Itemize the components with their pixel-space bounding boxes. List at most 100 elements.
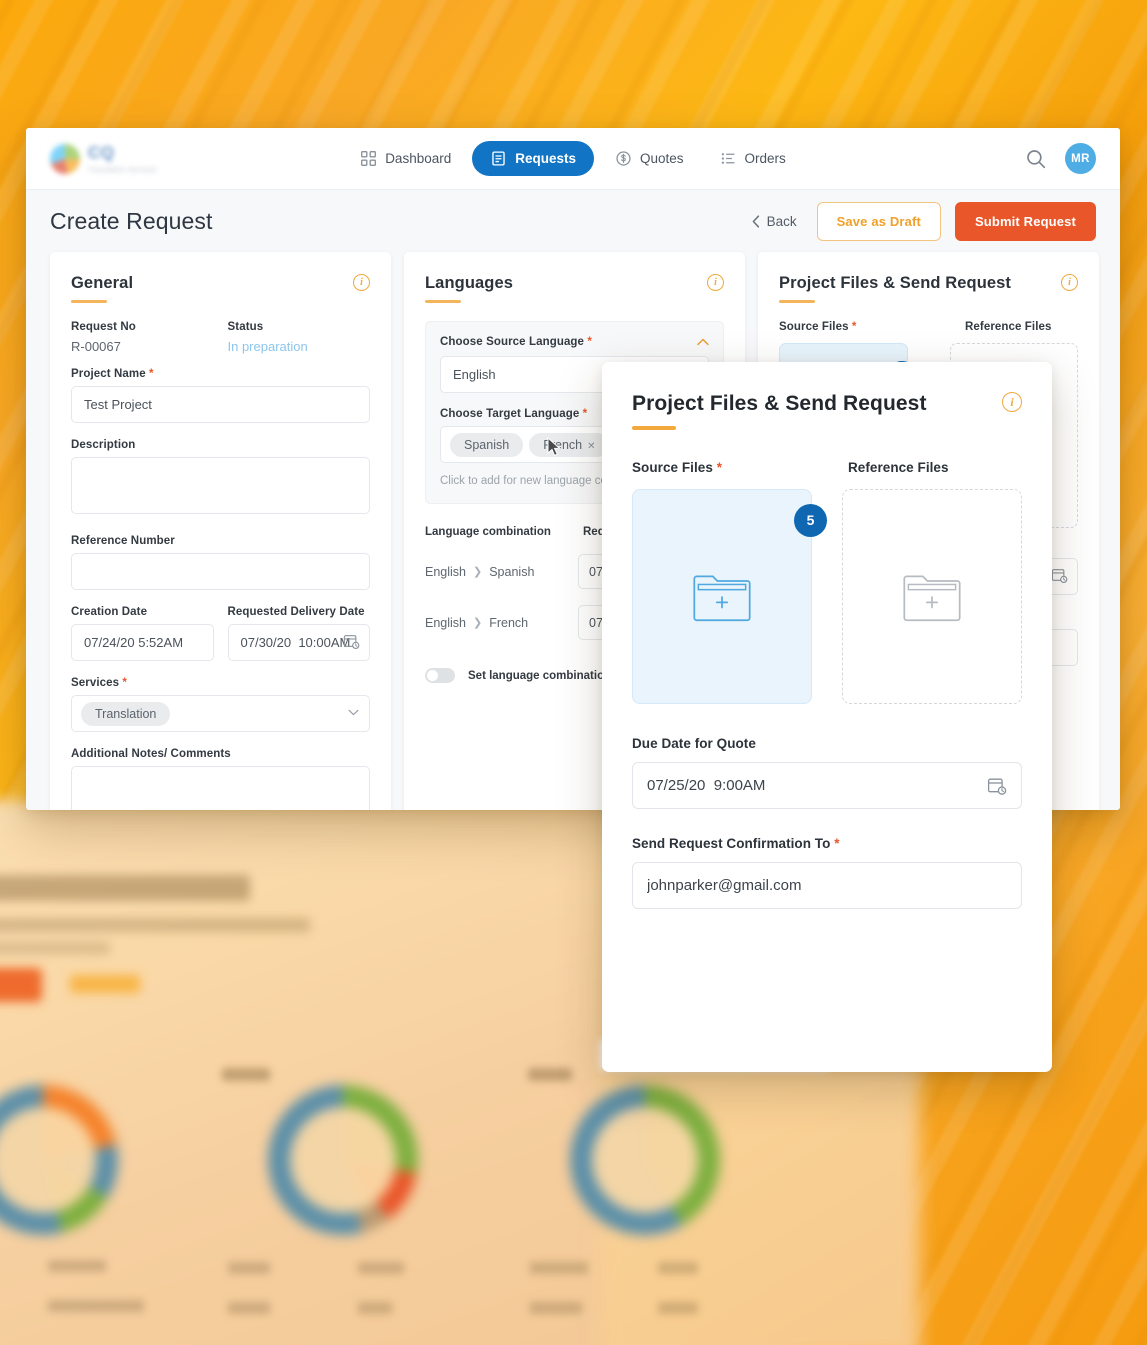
modal-dropzones-row: 5 [632, 488, 1022, 704]
logo-mark-icon [50, 143, 80, 174]
general-panel-title: General [71, 274, 134, 292]
info-icon[interactable]: i [1002, 392, 1022, 412]
background-chart-label-1 [222, 1068, 270, 1081]
files-labels-row: Source Files * Reference Files [779, 321, 1078, 339]
source-language-label: Choose Source Language * [440, 336, 592, 348]
info-icon[interactable]: i [353, 274, 370, 291]
modal-header: Project Files & Send Request i [632, 392, 1022, 430]
modal-title-rule [632, 426, 676, 430]
submit-request-button[interactable]: Submit Request [954, 201, 1096, 241]
requested-delivery-date-label: Requested Delivery Date [227, 606, 365, 618]
page-header: Create Request Back Save as Draft Submit… [26, 190, 1120, 252]
nav-item-dashboard[interactable]: Dashboard [345, 141, 466, 176]
modal-source-files-label: Source Files * [632, 460, 818, 475]
services-select[interactable]: Translation [71, 695, 370, 732]
general-panel-header: General i [71, 274, 370, 303]
background-legend-2 [48, 1300, 144, 1312]
status-label: Status [227, 321, 264, 333]
top-navbar: CQ Translation Services Dashboard Reques… [26, 128, 1120, 190]
request-no-value: R-00067 [71, 339, 121, 354]
modal-files-labels-row: Source Files * Reference Files [632, 460, 1022, 475]
nav-item-quotes[interactable]: Quotes [600, 141, 699, 176]
nav-label-requests: Requests [515, 151, 577, 166]
required-asterisk: * [584, 336, 592, 348]
chevron-up-icon[interactable] [697, 338, 709, 346]
description-textarea[interactable] [71, 457, 370, 514]
reference-files-label: Reference Files [965, 321, 1052, 333]
background-donut-chart-2 [268, 1085, 418, 1235]
chip-label: French [543, 437, 583, 452]
combination-target: Spanish [489, 564, 535, 579]
required-asterisk: * [145, 368, 154, 380]
nav-label-orders: Orders [744, 151, 786, 166]
project-files-modal: Project Files & Send Request i Source Fi… [602, 362, 1052, 1072]
modal-confirmation-group: Send Request Confirmation To * [632, 836, 1022, 909]
combination-source: English [425, 615, 466, 630]
background-legend-6 [358, 1302, 392, 1314]
creation-date-group: Creation Date [71, 606, 214, 661]
info-icon[interactable]: i [1061, 274, 1078, 291]
page-title: Create Request [50, 207, 213, 234]
required-asterisk: * [848, 321, 857, 333]
modal-source-files-dropzone[interactable]: 5 [632, 488, 827, 704]
modal-due-date-label: Due Date for Quote [632, 735, 756, 751]
background-legend-4 [228, 1302, 270, 1314]
nav-item-orders[interactable]: Orders [705, 141, 801, 176]
avatar[interactable]: MR [1065, 143, 1096, 174]
required-asterisk: * [830, 835, 840, 851]
languages-panel-header: Languages i [425, 274, 724, 303]
chip-remove-icon[interactable]: ✕ [587, 441, 595, 452]
app-logo[interactable]: CQ Translation Services [50, 143, 230, 174]
general-panel: General i Request No R-00067 Status In p… [50, 252, 391, 810]
project-name-label: Project Name * [71, 368, 370, 380]
target-language-chip-spanish[interactable]: Spanish [450, 432, 524, 457]
set-combination-toggle[interactable] [425, 668, 455, 683]
source-files-label: Source Files * [779, 321, 923, 333]
back-button[interactable]: Back [746, 210, 803, 233]
background-hero-title [0, 875, 250, 901]
modal-due-date-input[interactable] [632, 761, 1022, 809]
save-as-draft-button[interactable]: Save as Draft [816, 201, 941, 241]
modal-confirmation-label: Send Request Confirmation To * [632, 836, 1022, 851]
languages-panel-rule [425, 300, 461, 303]
modal-reference-files-dropzone[interactable] [842, 488, 1022, 704]
background-legend-3 [228, 1262, 270, 1274]
search-icon[interactable] [1025, 148, 1047, 170]
source-language-label-text: Choose Source Language [440, 336, 585, 348]
services-label-text: Services [71, 677, 120, 689]
target-language-chip-french[interactable]: French ✕ [529, 432, 610, 457]
creation-date-input[interactable] [71, 624, 214, 661]
reference-number-input[interactable] [71, 553, 370, 590]
status-field: Status In preparation [228, 321, 371, 354]
background-donut-chart-3 [570, 1085, 720, 1235]
modal-source-files-count-badge: 5 [794, 503, 827, 537]
chevron-left-icon [752, 214, 759, 228]
calendar-clock-icon[interactable] [1051, 567, 1068, 584]
request-no-field: Request No R-00067 [71, 321, 214, 354]
modal-reference-files-label: Reference Files [848, 459, 949, 475]
info-icon[interactable]: i [707, 274, 724, 291]
nav-item-requests[interactable]: Requests [472, 141, 595, 176]
additional-notes-textarea[interactable] [71, 766, 370, 810]
general-panel-rule [71, 300, 107, 303]
calendar-clock-icon[interactable] [343, 633, 360, 650]
project-name-group: Project Name * [71, 368, 370, 423]
background-hero-button [0, 968, 42, 1002]
arrow-right-icon: ❯ [473, 617, 483, 629]
required-asterisk: * [712, 459, 722, 475]
project-name-input[interactable] [71, 386, 370, 423]
calendar-clock-icon[interactable] [987, 776, 1007, 796]
required-asterisk: * [579, 408, 588, 420]
background-legend-1 [48, 1260, 106, 1272]
required-asterisk: * [119, 677, 127, 689]
project-files-panel-header: Project Files & Send Request i [779, 274, 1078, 303]
project-files-panel-rule [779, 300, 815, 303]
reference-number-label: Reference Number [71, 535, 175, 547]
list-icon [721, 153, 734, 164]
project-files-panel-title: Project Files & Send Request [779, 274, 1012, 292]
modal-confirmation-input[interactable] [632, 861, 1022, 909]
background-hero-link [70, 975, 140, 993]
combination-target: French [489, 615, 529, 630]
background-chart-label-2 [528, 1068, 572, 1081]
creation-date-label: Creation Date [71, 606, 148, 618]
